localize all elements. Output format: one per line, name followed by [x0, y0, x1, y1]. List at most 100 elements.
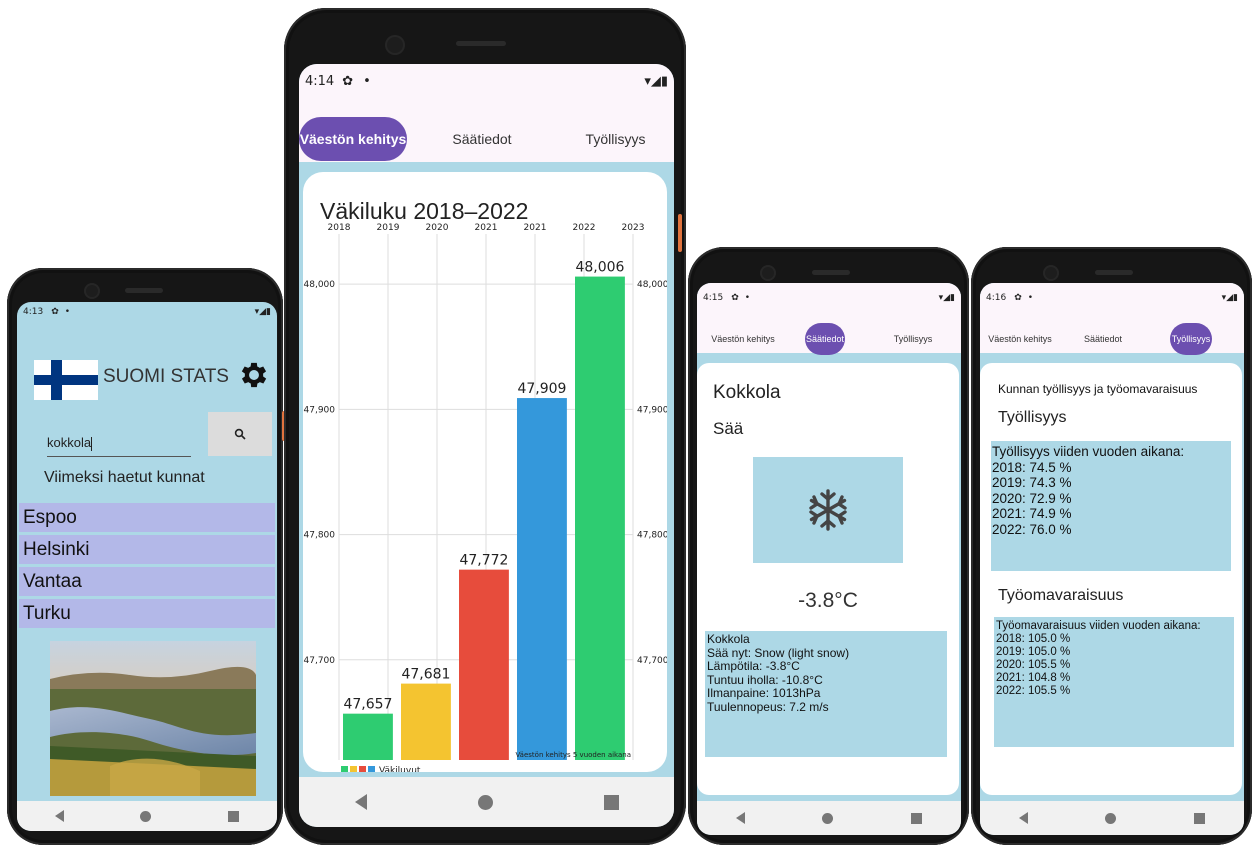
tab-weather[interactable]: Säätiedot	[1060, 334, 1146, 344]
weather-details: Kokkola Sää nyt: Snow (light snow) Lämpö…	[705, 631, 947, 757]
employment-heading: Työllisyys	[998, 409, 1067, 426]
settings-gear-icon[interactable]	[237, 358, 271, 392]
chart-bar	[343, 713, 393, 760]
employment-line: Työllisyys viiden vuoden aikana:	[992, 444, 1185, 459]
chart-bar	[401, 683, 451, 760]
status-bar: 4:13 ✿ • ▾◢▮	[17, 302, 277, 322]
y-tick-label-left: 48,000	[304, 280, 336, 290]
recents-icon[interactable]	[911, 812, 923, 824]
search-button[interactable]	[208, 412, 272, 456]
status-time: 4:13	[23, 307, 44, 317]
legend-label: Väkiluvut	[379, 766, 421, 772]
back-icon[interactable]	[354, 794, 367, 810]
recents-icon[interactable]	[227, 810, 239, 822]
signal-battery-icons: ▾◢▮	[1221, 293, 1238, 303]
tab-weather[interactable]: Säätiedot	[805, 323, 845, 355]
power-button	[678, 214, 682, 252]
status-bar: 4:15 ✿ • ▾◢▮	[697, 283, 961, 313]
dot-icon: •	[744, 293, 751, 303]
chart-card: Väkiluku 2018–2022 2018 2019 2020 2021 2021 2…	[303, 172, 667, 772]
detail-line: Kokkola	[707, 632, 750, 646]
selfsufficiency-line: 2019: 105.0 %	[996, 646, 1071, 658]
front-camera	[760, 265, 776, 281]
y-tick-label-right: 48,000	[637, 280, 667, 290]
selfsufficiency-line: 2020: 105.5 %	[996, 659, 1071, 671]
recents-icon[interactable]	[603, 794, 619, 810]
back-icon[interactable]	[735, 812, 745, 824]
dot-icon: •	[64, 307, 71, 317]
bar-value-label: 48,006	[575, 260, 624, 276]
employment-card: Kunnan työllisyys ja työomavaraisuus Työ…	[980, 363, 1242, 795]
home-icon[interactable]	[477, 794, 493, 810]
recent-item-helsinki[interactable]: Helsinki	[19, 535, 275, 564]
detail-line: Tuulennopeus: 7.2 m/s	[707, 699, 829, 714]
employment-line: 2022: 76.0 %	[992, 521, 1072, 537]
recents-icon[interactable]	[1194, 812, 1206, 824]
screen: 4:14 ✿ • ▾◢▮ Väestön kehitys Säätiedot T…	[299, 64, 674, 827]
detail-line: Ilmanpaine: 1013hPa	[707, 686, 821, 700]
nav-bar	[17, 801, 277, 831]
tab-population[interactable]: Väestön kehitys	[697, 334, 789, 344]
screen: 4:13 ✿ • ▾◢▮ SUOMI STATS kokkola Viimeks…	[17, 302, 277, 831]
employment-line: 2018: 74.5 %	[992, 459, 1072, 475]
home-icon[interactable]	[140, 810, 152, 822]
recent-item-turku[interactable]: Turku	[19, 599, 275, 628]
back-icon[interactable]	[1018, 812, 1028, 824]
employment-line: 2019: 74.3 %	[992, 475, 1072, 490]
bar-value-label: 47,657	[343, 697, 392, 713]
y-tick-label-left: 47,900	[304, 405, 336, 415]
y-tick-label-left: 47,800	[304, 531, 336, 541]
text-cursor	[91, 436, 93, 451]
legend-swatch	[350, 766, 357, 772]
chart-bar	[517, 398, 567, 760]
x-tick-label: 2022	[573, 223, 596, 233]
employment-line: 2021: 74.9 %	[992, 506, 1072, 521]
weather-card: Kokkola Sää -3.8°C Kokkola Sää nyt: Snow…	[697, 363, 959, 795]
x-tick-label: 2019	[377, 223, 400, 233]
finland-flag-icon	[34, 360, 98, 400]
selfsufficiency-line: 2018: 105.0 %	[996, 633, 1071, 645]
settings-status-icon: ✿	[731, 293, 739, 303]
detail-line: Lämpötila: -3.8°C	[707, 659, 800, 673]
recent-item-espoo[interactable]: Espoo	[19, 503, 275, 532]
dot-icon: •	[363, 73, 371, 89]
speaker	[125, 288, 163, 293]
status-bar: 4:16 ✿ • ▾◢▮	[980, 283, 1244, 313]
tab-employment[interactable]: Työllisyys	[1170, 323, 1212, 355]
tab-employment[interactable]: Työllisyys	[845, 334, 961, 344]
nav-bar	[980, 801, 1244, 835]
status-time: 4:16	[986, 293, 1007, 303]
settings-status-icon: ✿	[342, 73, 354, 89]
status-time: 4:15	[703, 293, 724, 303]
tab-employment[interactable]: Työllisyys	[557, 131, 674, 147]
employment-line: 2020: 72.9 %	[992, 490, 1072, 506]
settings-status-icon: ✿	[51, 307, 59, 317]
search-input[interactable]: kokkola	[47, 430, 191, 457]
legend-swatch	[368, 766, 375, 772]
signal-battery-icons: ▾◢▮	[254, 307, 271, 317]
phone-chart: 4:14 ✿ • ▾◢▮ Väestön kehitys Säätiedot T…	[284, 8, 686, 845]
tab-weather[interactable]: Säätiedot	[407, 131, 557, 147]
x-tick-label: 2018	[328, 223, 351, 233]
nav-bar	[697, 801, 961, 835]
x-tick-label: 2021	[475, 223, 498, 233]
selfsufficiency-line: 2021: 104.8 %	[996, 672, 1071, 684]
bar-value-label: 47,909	[517, 381, 566, 397]
recent-heading: Viimeksi haetut kunnat	[44, 469, 205, 486]
speaker	[456, 41, 506, 46]
tab-population[interactable]: Väestön kehitys	[299, 117, 407, 161]
y-tick-label-right: 47,700	[637, 656, 667, 666]
recent-item-vantaa[interactable]: Vantaa	[19, 567, 275, 596]
weather-icon-box	[753, 457, 903, 563]
legend-swatch	[341, 766, 348, 772]
dot-icon: •	[1027, 293, 1034, 303]
settings-status-icon: ✿	[1014, 293, 1022, 303]
selfsufficiency-line: 2022: 105.5 %	[996, 685, 1071, 697]
home-icon[interactable]	[822, 812, 834, 824]
front-camera	[385, 35, 405, 55]
back-icon[interactable]	[55, 810, 65, 822]
tab-population[interactable]: Väestön kehitys	[980, 334, 1060, 344]
chart-description: Väestön kehitys 5 vuoden aikana	[515, 751, 631, 759]
home-icon[interactable]	[1105, 812, 1117, 824]
search-icon	[234, 428, 246, 440]
